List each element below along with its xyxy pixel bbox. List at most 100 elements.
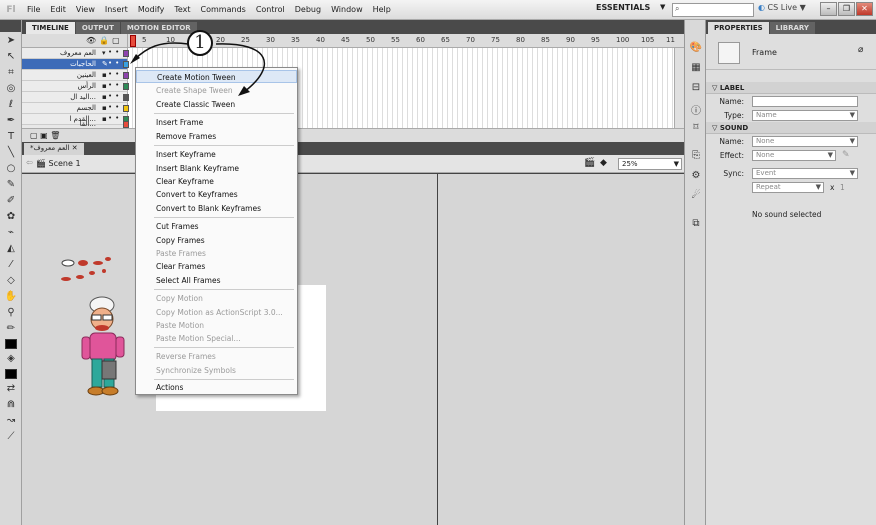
layer-row[interactable]: ...اليد ال ▪ •• [22, 92, 129, 103]
minimize-button[interactable]: – [820, 2, 837, 16]
menu-item-remove-frames[interactable]: Remove Frames [136, 130, 297, 143]
character-parts-icon[interactable] [58, 255, 118, 285]
eyedropper-tool-icon[interactable]: ⁄ [2, 258, 20, 272]
zoom-tool-icon[interactable]: ⚲ [2, 306, 20, 320]
repeat-select[interactable]: Repeat ▼ [752, 182, 824, 193]
text-tool-icon[interactable]: T [2, 130, 20, 144]
components-panel-icon[interactable]: ⚙ [688, 170, 704, 184]
fill-color-swatch[interactable] [5, 369, 17, 379]
layer-row[interactable]: العم معروف ▾ •• [22, 48, 129, 59]
sync-select[interactable]: Event ▼ [752, 168, 858, 179]
help-search-input[interactable]: ⌕ [672, 3, 754, 17]
menu-item-insert-keyframe[interactable]: Insert Keyframe [136, 148, 297, 161]
menu-modify[interactable]: Modify [133, 5, 170, 14]
layer-toggles[interactable]: •• [108, 114, 122, 122]
selection-tool-icon[interactable]: ➤ [2, 34, 20, 48]
bone-tool-icon[interactable]: ⌁ [2, 226, 20, 240]
sound-section-header[interactable]: ▽ SOUND [706, 122, 876, 134]
tab-properties[interactable]: PROPERTIES [708, 22, 769, 34]
menu-item-insert-frame[interactable]: Insert Frame [136, 116, 297, 129]
lasso-tool-icon[interactable]: ℓ [2, 98, 20, 112]
deco-tool-icon[interactable]: ✿ [2, 210, 20, 224]
menu-item-cut-frames[interactable]: Cut Frames [136, 220, 297, 233]
help-icon[interactable]: ⌀ [858, 45, 863, 55]
menu-text[interactable]: Text [169, 5, 195, 14]
menu-help[interactable]: Help [368, 5, 396, 14]
layer-color-swatch[interactable] [123, 121, 129, 128]
chevron-down-icon[interactable]: ▼ [660, 3, 665, 11]
back-arrow-icon[interactable]: ⇦ [26, 158, 33, 167]
tab-timeline[interactable]: TIMELINE [26, 22, 75, 34]
oval-tool-icon[interactable]: ○ [2, 162, 20, 176]
paint-bucket-tool-icon[interactable]: ◭ [2, 242, 20, 256]
menu-item-copy-frames[interactable]: Copy Frames [136, 234, 297, 247]
cs-live-button[interactable]: ◐ CS Live ▼ [758, 3, 806, 12]
document-tab[interactable]: *العم معروف ✕ [24, 143, 84, 155]
subselection-tool-icon[interactable]: ↖ [2, 50, 20, 64]
line-tool-icon[interactable]: ╲ [2, 146, 20, 160]
frame-label-name-input[interactable] [752, 96, 858, 107]
menu-item-clear-frames[interactable]: Clear Frames [136, 260, 297, 273]
3d-rotation-tool-icon[interactable]: ◎ [2, 82, 20, 96]
stroke-color-swatch[interactable] [5, 339, 17, 349]
edit-pencil-icon[interactable]: ✎ [842, 150, 850, 160]
new-layer-icon[interactable]: ▢ ▣ 🗑 [30, 131, 60, 140]
align-panel-icon[interactable]: ⊟ [688, 82, 704, 96]
menu-control[interactable]: Control [251, 5, 290, 14]
close-button[interactable]: ✕ [856, 2, 873, 16]
effect-select[interactable]: None ▼ [752, 150, 836, 161]
menu-item-convert-to-blank-keyframes[interactable]: Convert to Blank Keyframes [136, 202, 297, 215]
timeline-scrollbar[interactable] [674, 48, 684, 128]
menu-file[interactable]: File [22, 5, 45, 14]
transform-panel-icon[interactable]: ⌑ [688, 122, 704, 136]
swatches-panel-icon[interactable]: ▦ [688, 62, 704, 76]
layer-row-selected[interactable]: الحاجبات ✎ •• [22, 59, 129, 70]
menu-view[interactable]: View [71, 5, 100, 14]
tab-output[interactable]: OUTPUT [75, 22, 120, 34]
restore-button[interactable]: ❐ [838, 2, 855, 16]
eraser-tool-icon[interactable]: ◇ [2, 274, 20, 288]
layer-color-swatch[interactable] [123, 105, 129, 112]
edit-scene-icon[interactable]: 🎬 [584, 158, 595, 168]
menu-commands[interactable]: Commands [196, 5, 251, 14]
zoom-select[interactable]: 25% ▼ [618, 158, 682, 170]
menu-window[interactable]: Window [326, 5, 368, 14]
sound-name-select[interactable]: None ▼ [752, 136, 858, 147]
scene-breadcrumb[interactable]: 🎬 Scene 1 [36, 159, 81, 168]
snap-to-objects-icon[interactable]: ⋒ [2, 398, 20, 412]
stroke-color-icon[interactable]: ✏ [2, 322, 20, 336]
menu-item-convert-to-keyframes[interactable]: Convert to Keyframes [136, 188, 297, 201]
label-section-header[interactable]: ▽ LABEL [706, 82, 876, 94]
tab-library[interactable]: LIBRARY [769, 22, 815, 34]
stage-area[interactable] [22, 173, 684, 525]
code-snippets-icon[interactable]: ⎘ [688, 150, 704, 164]
workspace-switcher[interactable]: ESSENTIALS [596, 3, 650, 12]
tab-motion-editor[interactable]: MOTION EDITOR [120, 22, 197, 34]
fill-color-icon[interactable]: ◈ [2, 352, 20, 366]
swap-colors-icon[interactable]: ⇄ [2, 382, 20, 396]
menu-item-select-all-frames[interactable]: Select All Frames [136, 274, 297, 287]
free-transform-tool-icon[interactable]: ⌗ [2, 66, 20, 80]
menu-item-actions[interactable]: Actions [136, 381, 297, 394]
history-panel-icon[interactable]: ⧉ [688, 218, 704, 232]
menu-item-clear-keyframe[interactable]: Clear Keyframe [136, 175, 297, 188]
layer-row[interactable]: العينين ▪ •• [22, 70, 129, 81]
motion-presets-icon[interactable]: ☄ [688, 190, 704, 204]
pencil-tool-icon[interactable]: ✎ [2, 178, 20, 192]
menu-edit[interactable]: Edit [45, 5, 71, 14]
character-uncle-maarouf-icon[interactable] [78, 295, 130, 405]
hand-tool-icon[interactable]: ✋ [2, 290, 20, 304]
smooth-icon[interactable]: ↝ [2, 414, 20, 428]
repeat-count[interactable]: 1 [840, 183, 845, 192]
label-type-select[interactable]: Name ▼ [752, 110, 858, 121]
close-icon[interactable]: ✕ [72, 144, 78, 152]
info-panel-icon[interactable]: ⓘ [688, 102, 704, 117]
menu-insert[interactable]: Insert [100, 5, 133, 14]
menu-debug[interactable]: Debug [290, 5, 326, 14]
layer-header-icons[interactable]: 👁🔒▢ [86, 36, 123, 45]
layer-row[interactable]: الرأس ▪ •• [22, 81, 129, 92]
straighten-icon[interactable]: ⟋ [2, 430, 20, 444]
menu-item-insert-blank-keyframe[interactable]: Insert Blank Keyframe [136, 162, 297, 175]
brush-tool-icon[interactable]: ✐ [2, 194, 20, 208]
color-panel-icon[interactable]: 🎨 [688, 42, 704, 56]
